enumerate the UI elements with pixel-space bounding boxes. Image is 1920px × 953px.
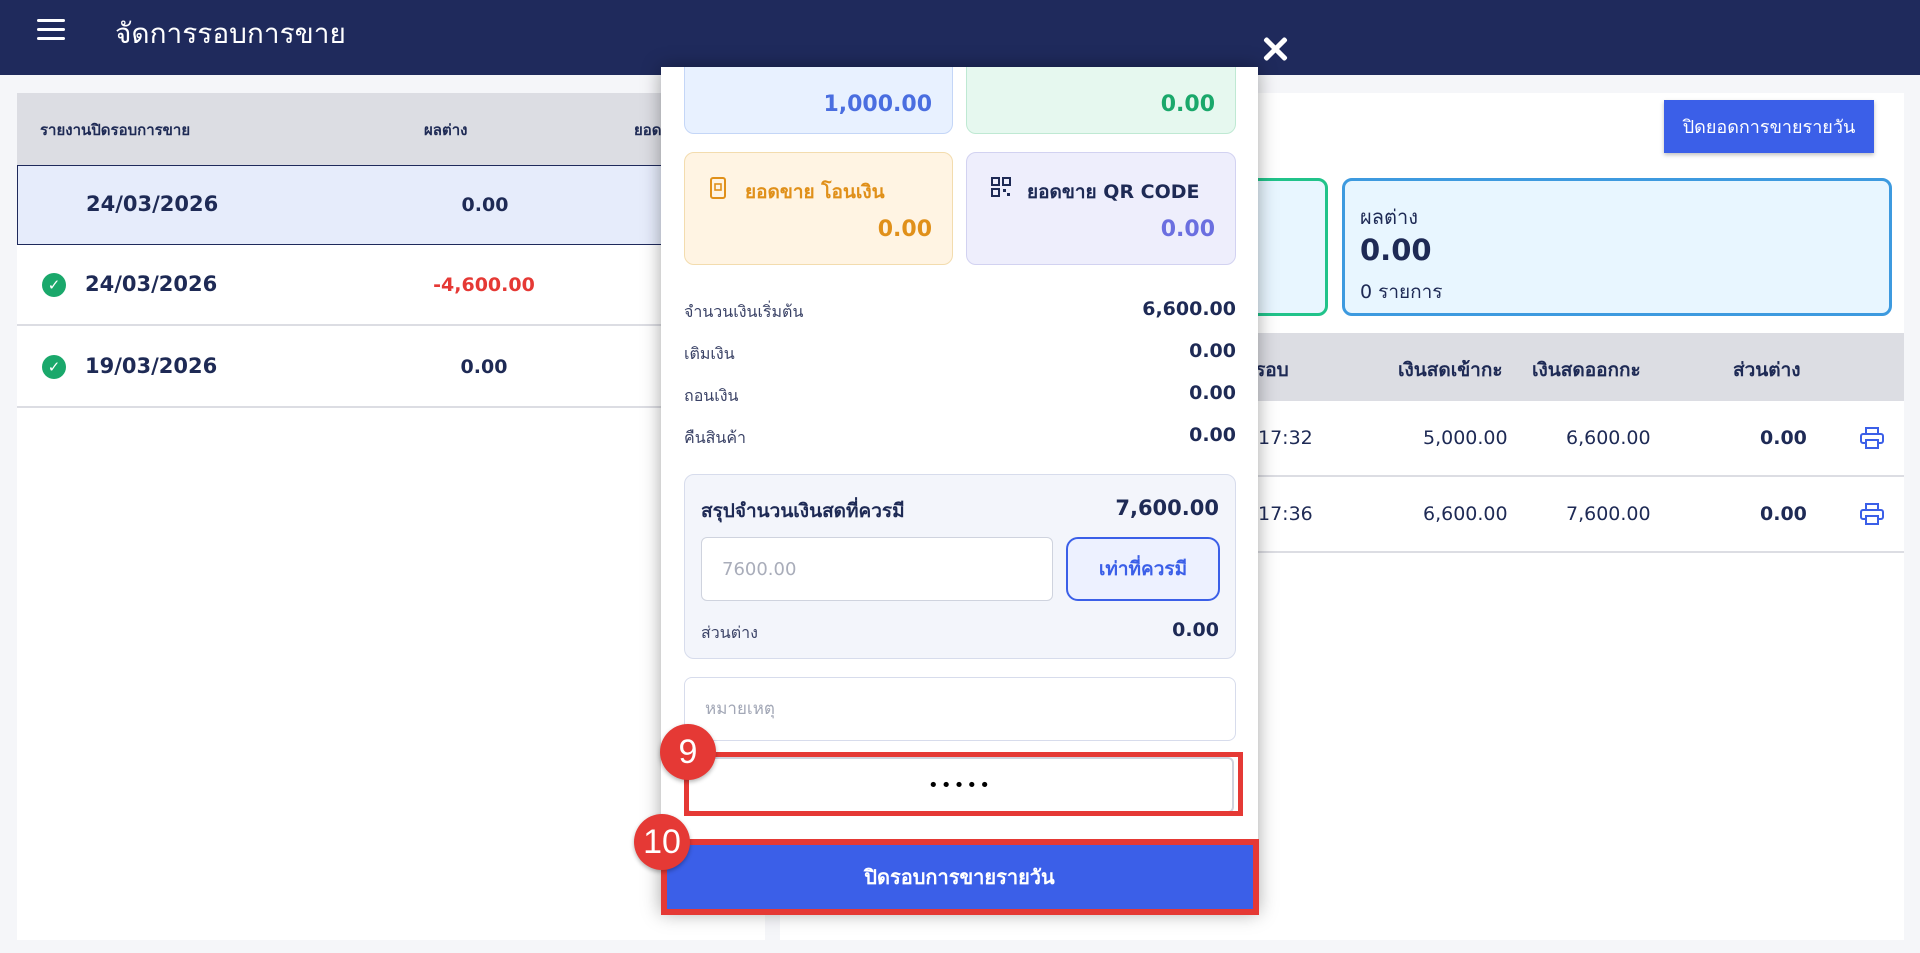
actual-cash-input[interactable] [701, 537, 1053, 601]
summary-value: 0.00 [1189, 382, 1236, 404]
row-cash-out: 6,600.00 [1566, 427, 1651, 449]
summary-row: จำนวนเงินเริ่มต้น 6,600.00 [684, 295, 1236, 325]
expected-cash-value: 7,600.00 [1115, 496, 1219, 520]
summary-label: ถอนเงิน [684, 386, 739, 405]
summary-value: 6,600.00 [1142, 298, 1236, 320]
row-date: 24/03/2026 [85, 272, 218, 296]
password-input[interactable] [686, 757, 1234, 813]
diff-summary-card: ผลต่าง 0.00 0 รายการ [1342, 178, 1892, 316]
diff-card-label: ผลต่าง [1360, 205, 1418, 229]
table-row[interactable]: ✓ 24/03/2026 -4,600.00 1 [17, 246, 765, 326]
row-diff: -4,600.00 [433, 274, 535, 296]
hamburger-menu-icon[interactable] [37, 17, 67, 43]
right-table-header: าปิดรอบ เงินสดเข้ากะ เงินสดออกกะ ส่วนต่า… [1200, 333, 1904, 401]
step-badge-9: 9 [660, 724, 716, 780]
row-cash-out: 7,600.00 [1566, 503, 1651, 525]
table-row[interactable]: 17:32 5,000.00 6,600.00 0.00 [1200, 401, 1904, 477]
card-value: 1,000.00 [823, 92, 932, 117]
row-cash-in: 5,000.00 [1423, 427, 1508, 449]
column-header-report: รายงานปิดรอบการขาย [40, 121, 191, 139]
close-daily-round-button[interactable]: ปิดรอบการขายรายวัน [666, 843, 1253, 910]
column-header-cash-in: เงินสดเข้ากะ [1398, 359, 1503, 381]
table-row[interactable]: ✓ 19/03/2026 0.00 [17, 328, 765, 408]
close-daily-sales-button[interactable]: ปิดยอดการขายรายวัน [1664, 100, 1874, 153]
card-value: 0.00 [1160, 92, 1215, 117]
printer-icon[interactable] [1860, 427, 1884, 449]
summary-row: เติมเงิน 0.00 [684, 337, 1236, 367]
column-header-difference: ส่วนต่าง [1733, 359, 1801, 381]
summary-value: 0.00 [1189, 340, 1236, 362]
exact-amount-button[interactable]: เท่าที่ควรมี [1066, 537, 1220, 601]
row-time: 17:36 [1258, 503, 1313, 525]
summary-label: เติมเงิน [684, 344, 735, 363]
summary-row: คืนสินค้า 0.00 [684, 421, 1236, 451]
column-header-amount: ยอด [634, 121, 662, 139]
transfer-sales-card: ยอดขาย โอนเงิน 0.00 [684, 152, 953, 265]
expected-cash-title: สรุปจำนวนเงินสดที่ควรมี [701, 500, 905, 522]
summary-label: คืนสินค้า [684, 428, 747, 447]
check-circle-icon: ✓ [42, 355, 66, 379]
qr-code-icon [991, 177, 1011, 197]
remark-input[interactable] [684, 677, 1236, 741]
diff-card-count: 0 รายการ [1360, 281, 1443, 303]
close-icon[interactable] [1262, 36, 1288, 62]
qr-sales-card: ยอดขาย QR CODE 0.00 [966, 152, 1236, 265]
table-row[interactable]: 24/03/2026 0.00 [17, 165, 765, 245]
column-header-cash-out: เงินสดออกกะ [1532, 359, 1641, 381]
phone-transfer-icon [710, 177, 726, 199]
row-cash-in: 6,600.00 [1423, 503, 1508, 525]
left-table-header: รายงานปิดรอบการขาย ผลต่าง ยอด [17, 93, 765, 165]
difference-value: 0.00 [1172, 619, 1219, 641]
check-circle-icon: ✓ [42, 273, 66, 297]
page-title: จัดการรอบการขาย [115, 17, 346, 50]
row-diff: 0.00 [460, 356, 508, 378]
card-label: ยอดขาย โอนเงิน [745, 181, 885, 203]
cash-total-card: 1,000.00 [684, 67, 953, 134]
printer-icon[interactable] [1860, 503, 1884, 525]
card-value: 0.00 [1160, 217, 1215, 242]
other-total-card: 0.00 [966, 67, 1236, 134]
step-badge-10: 10 [634, 814, 690, 870]
summary-value: 0.00 [1189, 424, 1236, 446]
summary-row: ถอนเงิน 0.00 [684, 379, 1236, 409]
expected-cash-summary: สรุปจำนวนเงินสดที่ควรมี 7,600.00 เท่าที่… [684, 474, 1236, 659]
row-diff: 0.00 [461, 194, 509, 216]
row-date: 24/03/2026 [86, 192, 219, 216]
card-value: 0.00 [877, 217, 932, 242]
summary-label: จำนวนเงินเริ่มต้น [684, 302, 804, 321]
row-difference: 0.00 [1760, 427, 1807, 449]
table-row[interactable]: 17:36 6,600.00 7,600.00 0.00 [1200, 477, 1904, 553]
difference-label: ส่วนต่าง [701, 623, 758, 642]
card-label: ยอดขาย QR CODE [1027, 181, 1200, 203]
sales-round-report-table: รายงานปิดรอบการขาย ผลต่าง ยอด 24/03/2026… [17, 93, 765, 940]
row-date: 19/03/2026 [85, 354, 218, 378]
row-difference: 0.00 [1760, 503, 1807, 525]
diff-card-value: 0.00 [1360, 233, 1432, 267]
close-round-modal: 1,000.00 0.00 ยอดขาย โอนเงิน 0.00 ยอดขาย… [661, 67, 1258, 913]
row-time: 17:32 [1258, 427, 1313, 449]
column-header-diff: ผลต่าง [424, 121, 468, 139]
top-bar: จัดการรอบการขาย [0, 0, 1920, 75]
